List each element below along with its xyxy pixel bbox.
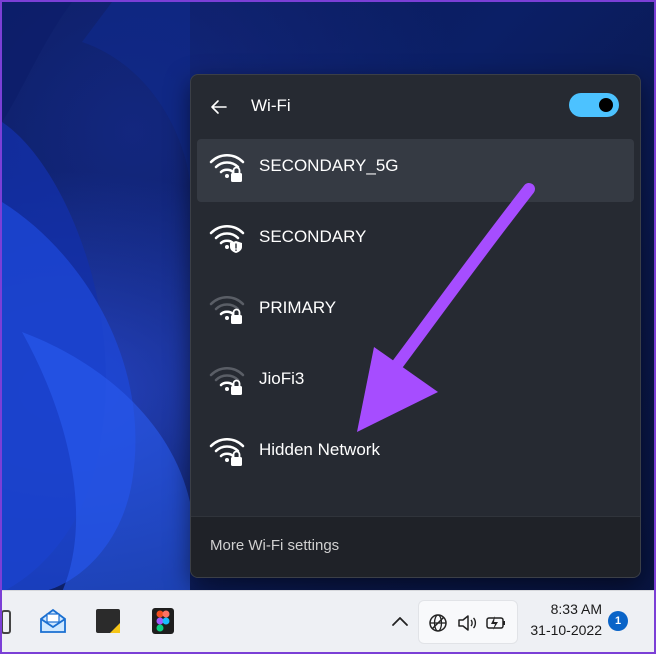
flyout-title: Wi-Fi [251,96,291,115]
chevron-up-icon[interactable] [388,611,412,631]
network-name: PRIMARY [259,298,337,317]
wifi-warning-icon [209,224,245,253]
more-wifi-settings-link[interactable]: More Wi-Fi settings [210,537,339,554]
quick-settings-tray[interactable] [418,600,518,644]
network-item[interactable]: PRIMARY [197,281,634,344]
globe-icon [429,614,447,632]
wifi-weak-secured-icon [209,295,245,324]
desktop: Wi-Fi SECONDARY_5G SECONDARY PRIMARY Jio… [2,2,654,652]
network-item[interactable]: Hidden Network [197,423,634,486]
speaker-icon [458,615,477,631]
clock-time: 8:33 AM [550,601,602,617]
network-name: JioFi3 [259,369,305,388]
clock[interactable]: 8:33 AM 31-10-2022 [524,601,602,638]
wifi-flyout: Wi-Fi SECONDARY_5G SECONDARY PRIMARY Jio… [190,74,641,578]
wifi-secured-icon [209,437,245,466]
wifi-weak-secured-icon [209,366,245,395]
figma-icon[interactable] [148,606,178,636]
mail-icon[interactable] [38,606,68,636]
flyout-header: Wi-Fi [191,75,640,139]
network-item[interactable]: SECONDARY [197,210,634,273]
battery-icon [486,616,505,630]
network-item[interactable]: JioFi3 [197,352,634,415]
toggle-knob [599,98,613,112]
network-name: SECONDARY_5G [259,156,399,175]
sticky-notes-icon[interactable] [93,606,123,636]
taskbar: 8:33 AM 31-10-2022 1 [2,590,654,652]
clock-date: 31-10-2022 [530,622,602,638]
wifi-toggle[interactable] [569,93,619,117]
network-item[interactable]: SECONDARY_5G [197,139,634,202]
flyout-footer: More Wi-Fi settings [191,516,640,577]
network-name: SECONDARY [259,227,367,246]
back-button[interactable] [205,93,233,121]
network-list: SECONDARY_5G SECONDARY PRIMARY JioFi3 Hi… [197,139,634,494]
wifi-secured-icon [209,153,245,182]
notification-badge[interactable]: 1 [608,611,628,631]
network-name: Hidden Network [259,440,380,459]
back-arrow-icon [211,100,227,114]
app-icon-partial[interactable] [2,609,12,637]
